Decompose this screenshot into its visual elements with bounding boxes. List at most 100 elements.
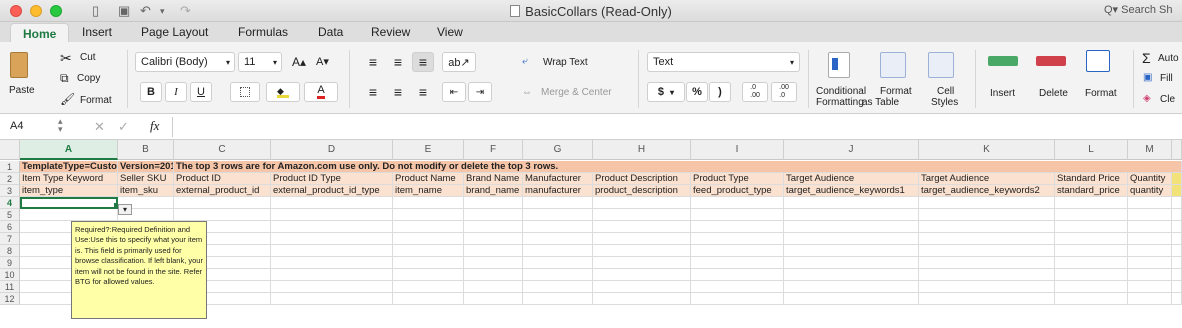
borders-button[interactable] [230, 82, 260, 102]
cell-l2[interactable]: Standard Price [1055, 173, 1128, 185]
cell-l9[interactable] [1055, 257, 1128, 269]
cell-b2[interactable]: Seller SKU [118, 173, 174, 185]
cell-j6[interactable] [784, 221, 919, 233]
cell-g7[interactable] [523, 233, 593, 245]
cell-b1[interactable]: Version=2016 [118, 161, 174, 173]
cell-d10[interactable] [271, 269, 393, 281]
cell-f3[interactable]: brand_name [464, 185, 523, 197]
format-as-table-icon[interactable] [880, 52, 906, 78]
cell-i10[interactable] [691, 269, 784, 281]
cell-i7[interactable] [691, 233, 784, 245]
delete-cells-icon[interactable] [1036, 56, 1066, 66]
column-header-b[interactable]: B [118, 140, 174, 160]
cell-d5[interactable] [271, 209, 393, 221]
cell-d3[interactable]: external_product_id_type [271, 185, 393, 197]
cell-i8[interactable] [691, 245, 784, 257]
align-middle-button[interactable]: ≡ [387, 52, 409, 72]
cell-j12[interactable] [784, 293, 919, 305]
cell-e6[interactable] [393, 221, 464, 233]
cell-k7[interactable] [919, 233, 1055, 245]
cell-m5[interactable] [1128, 209, 1172, 221]
column-header-f[interactable]: F [464, 140, 523, 160]
column-header-j[interactable]: J [784, 140, 919, 160]
cell-e7[interactable] [393, 233, 464, 245]
cell-a3[interactable]: item_type [20, 185, 118, 197]
percent-button[interactable]: % [686, 82, 708, 102]
cell-n9[interactable] [1172, 257, 1182, 269]
row-header-9[interactable]: 9 [0, 257, 20, 269]
cell-k3[interactable]: target_audience_keywords2 [919, 185, 1055, 197]
cell-j5[interactable] [784, 209, 919, 221]
number-format-select[interactable]: Text ▾ [647, 52, 800, 72]
align-top-button[interactable]: ≡ [362, 52, 384, 72]
align-bottom-button[interactable]: ≡ [412, 52, 434, 72]
cell-c1[interactable]: The top 3 rows are for Amazon.com use on… [174, 161, 558, 173]
cell-k9[interactable] [919, 257, 1055, 269]
cell-m6[interactable] [1128, 221, 1172, 233]
cell-n3[interactable] [1172, 185, 1182, 197]
cell-i12[interactable] [691, 293, 784, 305]
tab-data[interactable]: Data [318, 25, 343, 39]
cell-d8[interactable] [271, 245, 393, 257]
cell-l7[interactable] [1055, 233, 1128, 245]
cell-h8[interactable] [593, 245, 691, 257]
cell-l4[interactable] [1055, 197, 1128, 209]
cell-a4[interactable] [20, 197, 118, 209]
cell-m2[interactable]: Quantity [1128, 173, 1172, 185]
cell-a1[interactable]: TemplateType=Custom [20, 161, 118, 173]
cell-h4[interactable] [593, 197, 691, 209]
cell-n8[interactable] [1172, 245, 1182, 257]
copy-button[interactable]: Copy [77, 73, 100, 84]
cell-l12[interactable] [1055, 293, 1128, 305]
cell-f2[interactable]: Brand Name [464, 173, 523, 185]
cell-g4[interactable] [523, 197, 593, 209]
row-header-4[interactable]: 4 [0, 197, 20, 209]
cell-f7[interactable] [464, 233, 523, 245]
increase-indent-button[interactable]: ⇥ [468, 82, 492, 102]
cell-m11[interactable] [1128, 281, 1172, 293]
cell-j10[interactable] [784, 269, 919, 281]
row-header-7[interactable]: 7 [0, 233, 20, 245]
cell-k1[interactable] [919, 161, 1055, 173]
cell-styles-label-2[interactable]: Styles [931, 97, 958, 108]
column-header-a[interactable]: A [20, 140, 118, 160]
delete-cells-button[interactable]: Delete [1039, 88, 1068, 99]
increase-decimal-button[interactable]: .0 .00 [742, 82, 768, 102]
cell-n7[interactable] [1172, 233, 1182, 245]
cell-j11[interactable] [784, 281, 919, 293]
cell-styles-icon[interactable] [928, 52, 954, 78]
cell-e11[interactable] [393, 281, 464, 293]
cell-i5[interactable] [691, 209, 784, 221]
cell-j2[interactable]: Target Audience [784, 173, 919, 185]
cell-e12[interactable] [393, 293, 464, 305]
clear-button[interactable]: Cle [1160, 94, 1175, 105]
format-cells-button[interactable]: Format [1085, 88, 1117, 99]
cell-d7[interactable] [271, 233, 393, 245]
conditional-formatting-icon[interactable] [828, 52, 850, 78]
align-left-button[interactable]: ≡ [362, 82, 384, 102]
bold-button[interactable]: B [140, 82, 162, 102]
name-box-stepper-icon[interactable]: ▴ ▾ [58, 117, 63, 134]
paste-icon[interactable] [10, 52, 28, 78]
cell-i6[interactable] [691, 221, 784, 233]
column-header-d[interactable]: D [271, 140, 393, 160]
format-as-table-label[interactable]: Format [880, 86, 912, 97]
autosum-button[interactable]: Auto [1158, 53, 1179, 64]
format-cells-icon[interactable] [1086, 50, 1110, 72]
cell-m7[interactable] [1128, 233, 1172, 245]
cell-d11[interactable] [271, 281, 393, 293]
font-size-select[interactable]: 11 ▾ [238, 52, 282, 72]
conditional-formatting-label[interactable]: Conditional [816, 86, 866, 97]
insert-function-button[interactable]: fx [150, 118, 159, 134]
cell-a2[interactable]: Item Type Keyword [20, 173, 118, 185]
cell-a5[interactable] [20, 209, 118, 221]
tab-page-layout[interactable]: Page Layout [141, 25, 208, 39]
cut-icon[interactable]: ✂ [60, 50, 72, 67]
italic-button[interactable]: I [165, 82, 187, 102]
cell-h7[interactable] [593, 233, 691, 245]
cell-g10[interactable] [523, 269, 593, 281]
cell-g5[interactable] [523, 209, 593, 221]
cell-m4[interactable] [1128, 197, 1172, 209]
tab-formulas[interactable]: Formulas [238, 25, 288, 39]
cell-g11[interactable] [523, 281, 593, 293]
